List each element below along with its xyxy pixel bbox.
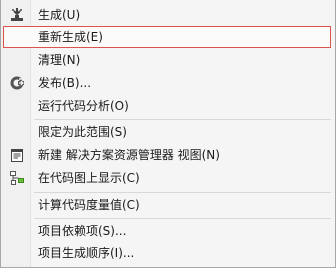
menu-item-build[interactable]: 生成(U): [3, 4, 333, 26]
new-view-icon: [9, 147, 25, 163]
menu-item-label: 项目生成顺序(I)...: [38, 246, 135, 260]
build-icon: [9, 7, 25, 23]
publish-icon: [9, 75, 25, 91]
menu-item-label: 计算代码度量值(C): [38, 198, 140, 212]
menu-item-project-dependencies[interactable]: 项目依赖项(S)...: [3, 220, 333, 242]
menu-item-calculate-code-metrics[interactable]: 计算代码度量值(C): [3, 194, 333, 216]
menu-item-publish[interactable]: 发布(B)...: [3, 72, 333, 94]
menu-item-label: 重新生成(E): [38, 30, 103, 44]
menu-item-label: 在代码图上显示(C): [38, 171, 140, 185]
menu-item-clean[interactable]: 清理(N): [3, 49, 333, 71]
menu-item-new-solution-explorer-view[interactable]: 新建 解决方案资源管理器 视图(N): [3, 144, 333, 166]
menu-separator: [34, 192, 331, 193]
menu-item-run-code-analysis[interactable]: 运行代码分析(O): [3, 95, 333, 117]
menu-item-label: 发布(B)...: [38, 76, 92, 90]
menu-item-label: 清理(N): [38, 53, 81, 67]
menu-item-rebuild[interactable]: 重新生成(E): [3, 26, 331, 48]
code-map-icon: [9, 170, 25, 186]
menu-item-label: 新建 解决方案资源管理器 视图(N): [38, 148, 220, 162]
menu-item-label: 运行代码分析(O): [38, 99, 129, 113]
menu-item-scope-to-this[interactable]: 限定为此范围(S): [3, 121, 333, 143]
menu-item-show-on-code-map[interactable]: 在代码图上显示(C): [3, 167, 333, 189]
menu-separator: [34, 119, 331, 120]
menu-item-label: 生成(U): [38, 8, 81, 22]
menu-item-label: 限定为此范围(S): [38, 125, 127, 139]
menu-item-label: 项目依赖项(S)...: [38, 224, 127, 238]
menu-item-project-build-order[interactable]: 项目生成顺序(I)...: [3, 242, 333, 264]
context-menu: 生成(U) 重新生成(E) 清理(N) 发布(B)... 运行代码分析(O) 限…: [0, 0, 336, 268]
menu-separator: [34, 218, 331, 219]
